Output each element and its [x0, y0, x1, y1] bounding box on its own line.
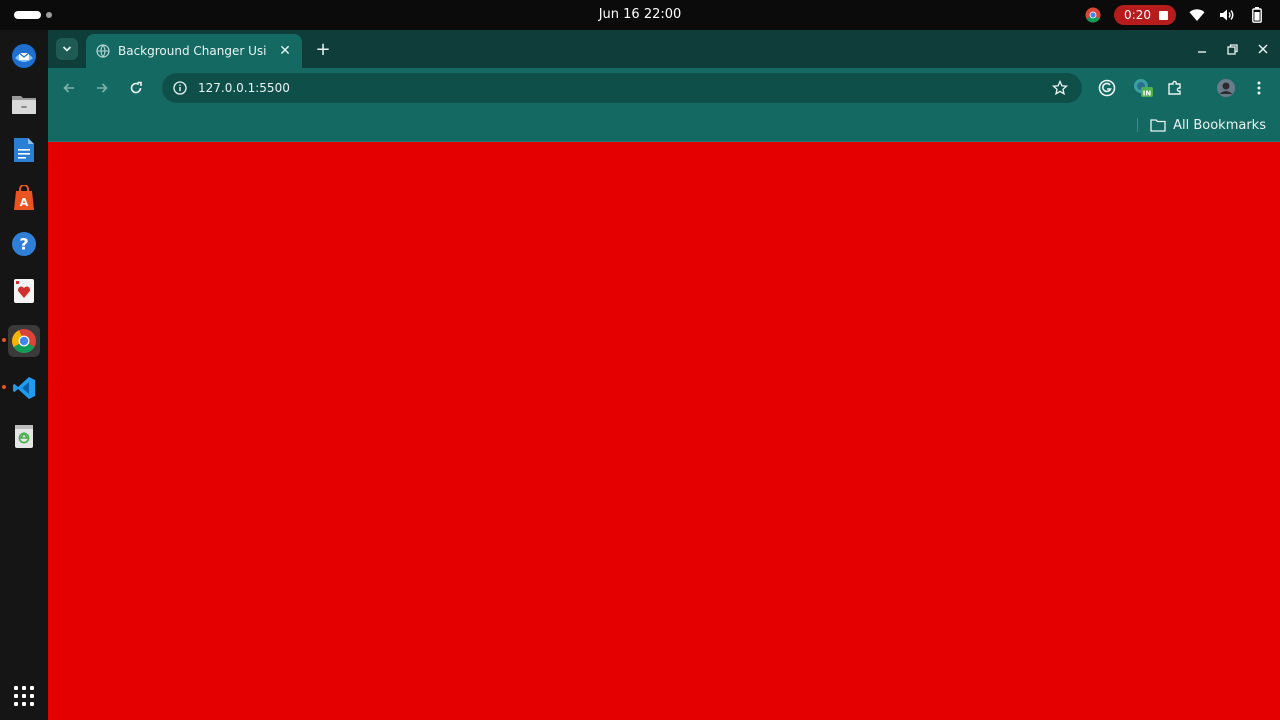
linkedin-extension-icon: IN — [1134, 79, 1153, 98]
browser-toolbar: IN — [48, 68, 1280, 108]
system-top-bar: Jun 16 22:00 0:20 — [0, 0, 1280, 30]
thunderbird-icon — [12, 44, 36, 68]
dock-help[interactable]: ? — [8, 228, 40, 260]
puzzle-icon — [1168, 80, 1181, 95]
browser-menu-button[interactable] — [1248, 77, 1270, 99]
chrome-tray-icon[interactable] — [1084, 6, 1102, 24]
dock: A ? — [0, 30, 48, 720]
all-bookmarks-button[interactable]: All Bookmarks — [1150, 115, 1266, 135]
recording-time: 0:20 — [1124, 8, 1151, 22]
dock-writer[interactable] — [8, 134, 40, 166]
dock-trash[interactable] — [8, 420, 40, 452]
all-bookmarks-label: All Bookmarks — [1173, 117, 1266, 133]
url-input[interactable] — [198, 81, 1082, 95]
maximize-button[interactable] — [1221, 38, 1243, 60]
dock-thunderbird[interactable] — [8, 40, 40, 72]
dock-running-indicator — [2, 385, 6, 389]
trash-icon — [15, 425, 33, 448]
help-icon: ? — [12, 232, 36, 256]
bookmarks-bar: All Bookmarks — [48, 108, 1280, 142]
dock-running-indicator — [2, 338, 6, 342]
back-button[interactable] — [57, 76, 81, 100]
forward-button[interactable] — [90, 76, 114, 100]
app-center-icon: A — [14, 185, 34, 210]
svg-text:A: A — [20, 196, 29, 209]
solitaire-icon — [14, 279, 34, 303]
more-vertical-icon — [1257, 81, 1261, 95]
extension-grammarly[interactable] — [1096, 77, 1118, 99]
bookmark-star-button[interactable] — [1049, 77, 1071, 99]
screen-recording-indicator[interactable]: 0:20 — [1114, 5, 1176, 25]
profile-button[interactable] — [1215, 77, 1237, 99]
grammarly-icon — [1098, 79, 1116, 97]
files-icon — [12, 96, 36, 114]
dock-chrome[interactable] — [8, 325, 40, 357]
svg-text:?: ? — [19, 235, 28, 254]
volume-icon[interactable] — [1218, 6, 1236, 24]
site-info-icon[interactable] — [170, 78, 190, 98]
writer-icon — [14, 138, 34, 162]
address-bar[interactable] — [162, 73, 1082, 103]
dock-vscode[interactable] — [8, 372, 40, 404]
chrome-icon — [12, 329, 36, 354]
dock-files[interactable] — [8, 88, 40, 120]
minimize-button[interactable] — [1191, 38, 1213, 60]
show-apps-icon[interactable] — [12, 684, 36, 708]
close-window-button[interactable] — [1252, 38, 1274, 60]
tab-active[interactable]: Background Changer Usi ✕ — [86, 34, 302, 68]
extensions-button[interactable] — [1164, 77, 1186, 99]
globe-icon — [96, 44, 110, 58]
dock-app-center[interactable]: A — [8, 182, 40, 214]
dock-solitaire[interactable] — [8, 275, 40, 307]
svg-text:IN: IN — [1143, 90, 1152, 98]
wifi-icon[interactable] — [1188, 6, 1206, 24]
avatar — [1217, 79, 1235, 97]
chevron-down-icon — [62, 46, 72, 52]
browser-window: Background Changer Usi ✕ + 127.0.0.1:550… — [48, 30, 1280, 720]
system-tray: 0:20 — [1084, 5, 1266, 25]
extension-linkedin-helper[interactable]: IN — [1132, 77, 1154, 99]
folder-icon — [1150, 119, 1166, 132]
tab-close-icon[interactable]: ✕ — [276, 42, 294, 60]
tab-strip: Background Changer Usi ✕ + — [48, 30, 1280, 68]
tab-title: Background Changer Usi — [118, 44, 267, 58]
arrow-right-icon — [97, 83, 108, 93]
reload-button[interactable] — [124, 76, 148, 100]
stop-recording-icon[interactable] — [1159, 10, 1168, 20]
star-icon — [1052, 80, 1068, 96]
battery-icon[interactable] — [1248, 6, 1266, 24]
bookmarks-separator — [1137, 118, 1138, 132]
page-viewport[interactable] — [48, 143, 1280, 720]
minimize-icon — [1198, 51, 1206, 53]
tab-search-button[interactable] — [56, 38, 78, 60]
vscode-icon — [13, 377, 35, 399]
reload-icon — [130, 81, 142, 94]
new-tab-button[interactable]: + — [312, 38, 334, 60]
arrow-left-icon — [63, 83, 74, 93]
close-icon — [1258, 44, 1268, 54]
restore-icon — [1226, 43, 1238, 55]
